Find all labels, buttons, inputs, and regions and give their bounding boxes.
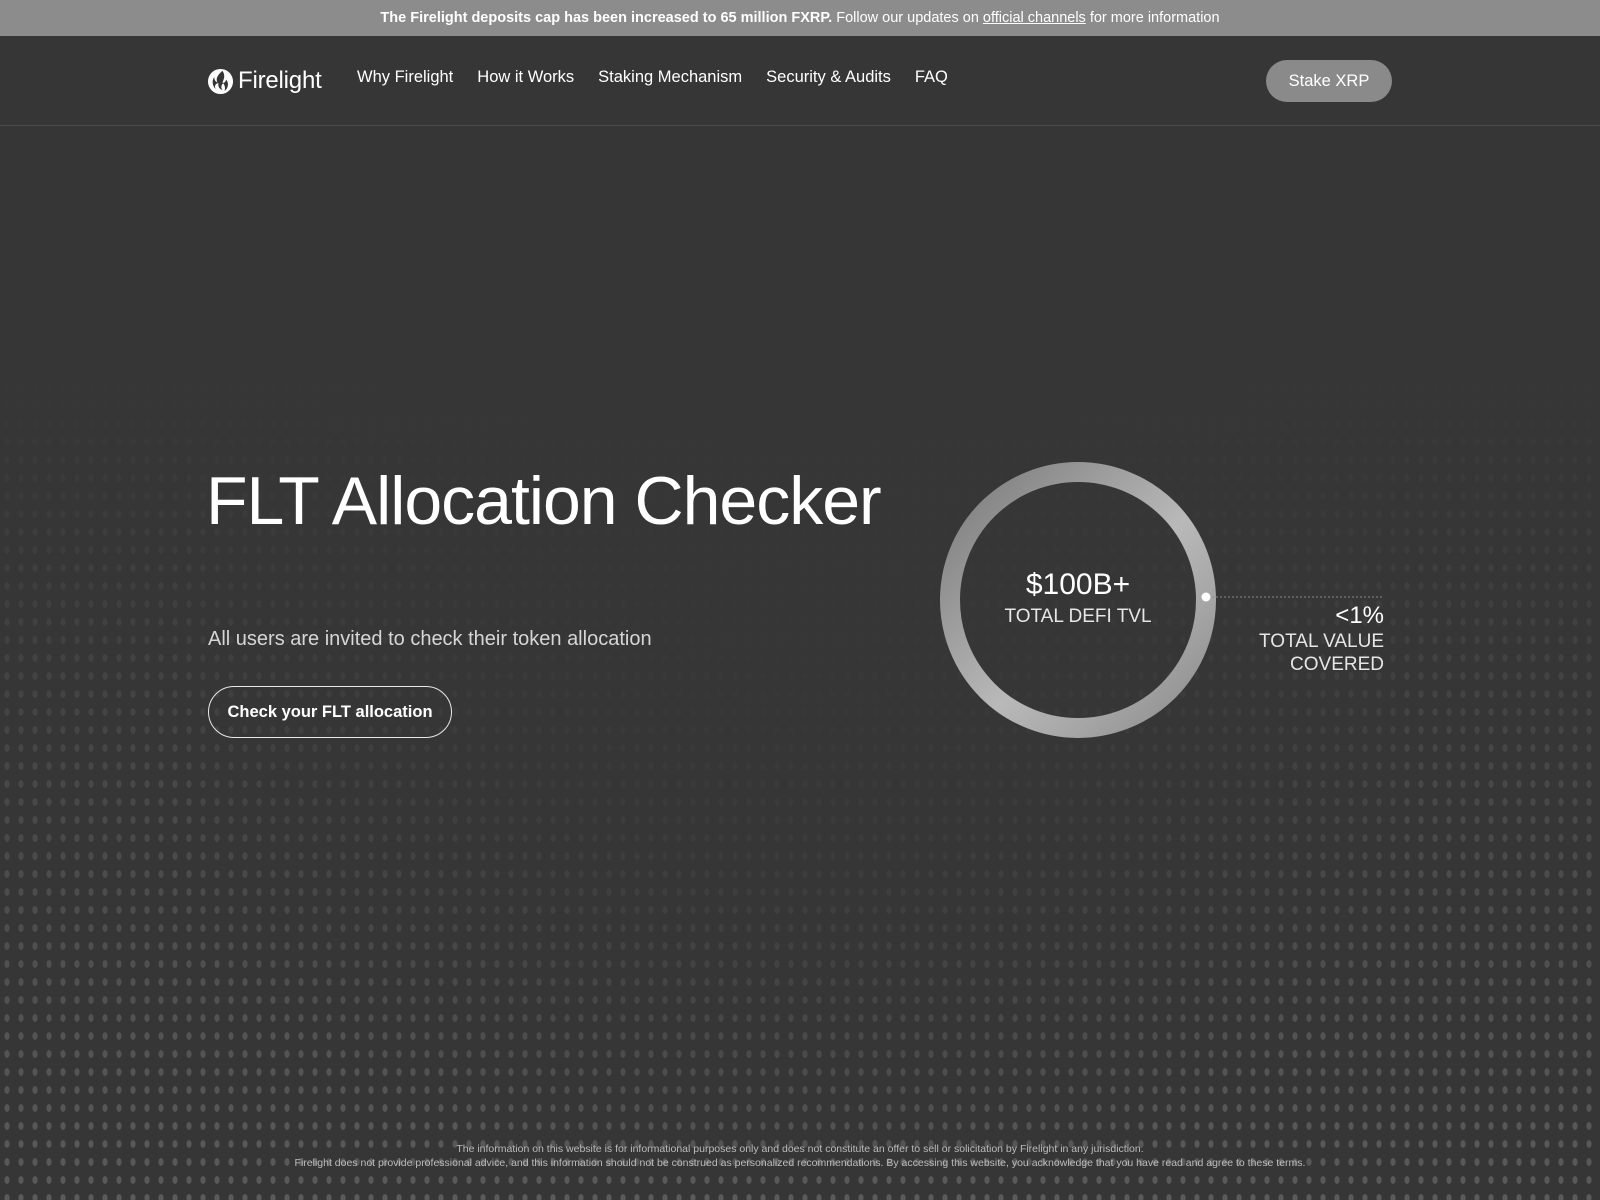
nav-faq[interactable]: FAQ [915,68,948,87]
legal-disclaimer: The information on this website is for i… [200,1142,1400,1170]
hero-subtitle: All users are invited to check their tok… [208,628,652,650]
banner-text-end: for more information [1089,10,1220,26]
disclaimer-line2: Firelight does not provide professional … [294,1157,1306,1169]
banner-text: Follow our updates on [836,10,979,26]
coverage-label: TOTAL VALUE COVERED [1220,630,1384,676]
banner-highlight-text: The Firelight deposits cap has been incr… [380,10,833,26]
coverage-label-line1: TOTAL VALUE [1259,631,1384,652]
nav-staking-mechanism[interactable]: Staking Mechanism [598,68,742,87]
nav-security-audits[interactable]: Security & Audits [766,68,891,87]
main-nav: Why Firelight How it Works Staking Mecha… [357,68,948,87]
official-channels-link[interactable]: official channels [983,10,1086,26]
coverage-value: <1% [1335,602,1384,629]
page-title: FLT Allocation Checker [206,463,882,539]
disclaimer-line1: The information on this website is for i… [456,1143,1144,1155]
flame-logo-icon [207,68,234,94]
site-header: Firelight Why Firelight How it Works Sta… [0,36,1600,126]
tvl-label: TOTAL DEFI TVL [1004,606,1152,627]
tvl-value: $100B+ [1025,568,1131,601]
check-allocation-button[interactable]: Check your FLT allocation [208,686,452,738]
firelight-logo[interactable]: Firelight [207,66,322,96]
announcement-banner: The Firelight deposits cap has been incr… [0,0,1600,36]
stake-xrp-button[interactable]: Stake XRP [1266,60,1392,102]
logo-wordmark: Firelight [238,67,322,94]
nav-why-firelight[interactable]: Why Firelight [357,68,453,87]
coverage-label-line2: COVERED [1290,654,1384,675]
nav-how-it-works[interactable]: How it Works [477,68,574,87]
